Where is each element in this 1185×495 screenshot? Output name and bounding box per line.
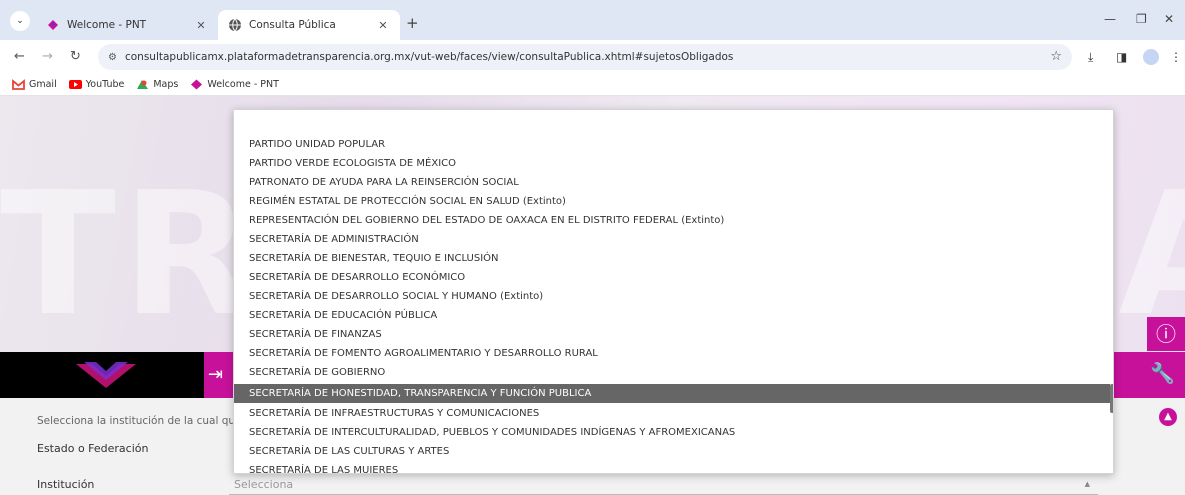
select-value: Selecciona	[234, 478, 294, 491]
reload-icon[interactable]: ↻	[70, 49, 81, 64]
tab-title: Consulta Pública	[249, 19, 336, 31]
browser-tab-bar: ⌄ Welcome - PNT ✕ Consulta Pública ✕ + —…	[0, 0, 1185, 40]
institucion-select[interactable]: Selecciona ▲	[229, 475, 1098, 495]
close-icon[interactable]: ✕	[376, 19, 390, 32]
dropdown-option[interactable]: PATRONATO DE AYUDA PARA LA REINSERCIÓN S…	[234, 173, 1110, 192]
dropdown-option[interactable]: SECRETARÍA DE LAS MUJERES	[234, 461, 1110, 473]
dropdown-option[interactable]: SECRETARÍA DE INFRAESTRUCTURAS Y COMUNIC…	[234, 404, 1110, 423]
dropdown-option[interactable]: SECRETARÍA DE LAS CULTURAS Y ARTES	[234, 442, 1110, 461]
tab-search-icon[interactable]: ⌄	[10, 11, 30, 31]
dropdown-option[interactable]: SECRETARÍA DE EDUCACIÓN PÚBLICA	[234, 306, 1110, 325]
pnt-favicon-icon	[190, 79, 203, 90]
dropdown-option[interactable]: SECRETARÍA DE ADMINISTRACIÓN	[234, 230, 1110, 249]
institucion-dropdown[interactable]: PARTIDO UNIDAD POPULAR PARTIDO VERDE ECO…	[233, 109, 1114, 474]
bookmark-label: YouTube	[85, 79, 125, 90]
institucion-label: Institución	[37, 478, 95, 491]
dropdown-option[interactable]: SECRETARÍA DE BIENESTAR, TEQUIO E INCLUS…	[234, 249, 1110, 268]
download-icon[interactable]: ⤓	[1088, 50, 1093, 65]
chevron-up-icon: ▲	[1084, 480, 1090, 488]
side-panel-icon[interactable]: ◨	[1116, 50, 1127, 64]
bookmark-star-icon[interactable]: ☆	[1050, 49, 1062, 64]
dropdown-option[interactable]: SECRETARÍA DE DESARROLLO ECONÓMICO	[234, 268, 1110, 287]
tab-title: Welcome - PNT	[67, 19, 147, 31]
wrench-icon[interactable]: 🔧	[1150, 361, 1175, 385]
instruction-text: Selecciona la institución de la cual qu	[37, 415, 233, 427]
youtube-icon	[68, 79, 82, 90]
pnt-favicon-icon	[46, 18, 60, 32]
logo-band	[0, 352, 204, 398]
window-close-icon[interactable]: ✕	[1164, 12, 1174, 26]
tab-welcome-pnt[interactable]: Welcome - PNT ✕	[36, 10, 218, 40]
minimize-icon[interactable]: —	[1104, 12, 1116, 26]
estado-label: Estado o Federación	[37, 442, 149, 455]
bookmark-welcome-pnt[interactable]: Welcome - PNT	[190, 79, 279, 90]
scroll-top-icon[interactable]: ▲	[1159, 408, 1177, 426]
url-text: consultapublicamx.plataformadetransparen…	[124, 51, 734, 63]
bookmark-gmail[interactable]: Gmail	[12, 79, 57, 90]
menu-kebab-icon[interactable]: ⋮	[1170, 50, 1182, 64]
dropdown-option-selected[interactable]: SECRETARÍA DE HONESTIDAD, TRANSPARENCIA …	[234, 384, 1110, 403]
dropdown-option[interactable]: SECRETARÍA DE FINANZAS	[234, 325, 1110, 344]
pnt-logo-icon	[76, 362, 136, 388]
site-info-icon[interactable]: ⚙	[108, 52, 117, 63]
dropdown-option[interactable]: REGIMÉN ESTATAL DE PROTECCIÓN SOCIAL EN …	[234, 192, 1110, 211]
address-toolbar: ← → ↻ ⚙ consultapublicamx.plataformadetr…	[0, 40, 1185, 74]
maps-icon	[136, 79, 149, 90]
gmail-icon	[12, 79, 25, 90]
bookmark-youtube[interactable]: YouTube	[68, 79, 125, 90]
dropdown-option[interactable]: PARTIDO UNIDAD POPULAR	[234, 135, 1110, 154]
globe-icon	[228, 18, 242, 32]
bookmarks-bar: Gmail YouTube Maps Welcome - PNT	[0, 74, 1185, 96]
url-bar[interactable]: ⚙ consultapublicamx.plataformadetranspar…	[98, 44, 1072, 70]
new-tab-icon[interactable]: +	[406, 14, 419, 32]
tab-consulta-publica[interactable]: Consulta Pública ✕	[218, 10, 400, 40]
dropdown-option[interactable]: SECRETARÍA DE INTERCULTURALIDAD, PUEBLOS…	[234, 423, 1110, 442]
close-icon[interactable]: ✕	[194, 19, 208, 32]
dropdown-option[interactable]: PARTIDO VERDE ECOLOGISTA DE MÉXICO	[234, 154, 1110, 173]
dropdown-option[interactable]: SECRETARÍA DE FOMENTO AGROALIMENTARIO Y …	[234, 344, 1110, 363]
alert-icon[interactable]: ⓘ	[1147, 317, 1185, 351]
bookmark-label: Maps	[153, 79, 179, 90]
bookmark-label: Gmail	[29, 79, 57, 90]
restore-icon[interactable]: ❐	[1136, 12, 1147, 26]
dropdown-scrollbar[interactable]	[1110, 384, 1113, 413]
bookmark-label: Welcome - PNT	[207, 79, 279, 90]
bookmark-maps[interactable]: Maps	[136, 79, 178, 90]
forward-icon[interactable]: →	[42, 49, 53, 64]
login-icon[interactable]: ⇥	[204, 352, 234, 398]
dropdown-option[interactable]: REPRESENTACIÓN DEL GOBIERNO DEL ESTADO D…	[234, 211, 1110, 230]
profile-avatar[interactable]	[1143, 49, 1159, 65]
dropdown-option[interactable]: SECRETARÍA DE DESARROLLO SOCIAL Y HUMANO…	[234, 287, 1110, 306]
back-icon[interactable]: ←	[14, 49, 25, 64]
dropdown-option[interactable]: SECRETARÍA DE GOBIERNO	[234, 363, 1110, 382]
